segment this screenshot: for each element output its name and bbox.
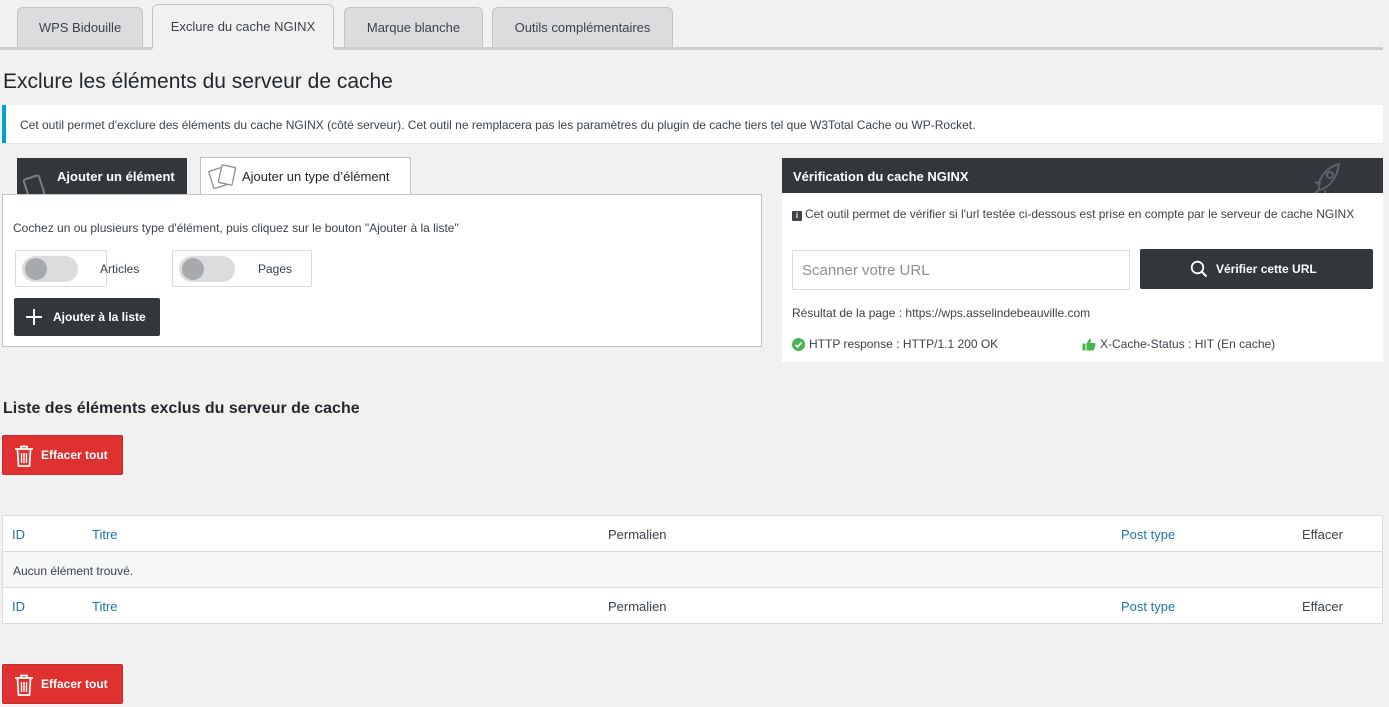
add-element-type-panel: Cochez un ou plusieurs type d'élément, p… xyxy=(2,194,762,347)
cache-status-text: X-Cache-Status : HIT (En cache) xyxy=(1100,337,1276,351)
nginx-cache-check-panel: Vérification du cache NGINX i Cet outil p… xyxy=(782,158,1383,362)
clear-all-button-bottom[interactable]: Effacer tout xyxy=(2,664,123,704)
pages-icon xyxy=(208,164,237,190)
column-title[interactable]: Titre xyxy=(92,599,118,614)
column-id[interactable]: ID xyxy=(12,599,25,614)
tab-outils-complementaires[interactable]: Outils complémentaires xyxy=(492,7,673,47)
url-input[interactable] xyxy=(792,250,1130,290)
panel-title: Vérification du cache NGINX xyxy=(793,169,969,184)
toggle-articles-box: Articles xyxy=(15,250,139,287)
tab-exclure-cache-nginx[interactable]: Exclure du cache NGINX xyxy=(152,4,334,50)
subtab-add-element-label: Ajouter un élément xyxy=(57,168,175,184)
page-title: Exclure les éléments du serveur de cache xyxy=(3,70,393,93)
toggle-articles-label: Articles xyxy=(100,262,140,276)
result-text: Résultat de la page : https://wps.asseli… xyxy=(792,306,1091,320)
check-circle-icon xyxy=(792,337,805,351)
excluded-elements-table: ID Titre Permalien Post type Effacer Auc… xyxy=(2,515,1383,624)
clear-all-label: Effacer tout xyxy=(41,448,108,462)
subtab-add-element-type[interactable]: Ajouter un type d’élément xyxy=(200,157,411,195)
table-header-row: ID Titre Permalien Post type Effacer xyxy=(3,516,1382,552)
column-id[interactable]: ID xyxy=(12,527,25,542)
instruction-text: Cochez un ou plusieurs type d'élément, p… xyxy=(13,221,459,235)
document-icon xyxy=(22,173,46,194)
toggle-knob xyxy=(182,258,204,280)
nav-tabs: WPS Bidouille Exclure du cache NGINX Mar… xyxy=(0,0,1383,50)
rocket-icon xyxy=(1312,162,1341,193)
verify-url-label: Vérifier cette URL xyxy=(1216,262,1317,276)
check-info-text: Cet outil permet de vérifier si l'url te… xyxy=(805,207,1355,221)
add-to-list-label: Ajouter à la liste xyxy=(53,310,146,324)
list-title: Liste des éléments exclus du serveur de … xyxy=(3,400,360,417)
check-info: i Cet outil permet de vérifier si l'url t… xyxy=(792,205,1372,223)
column-title[interactable]: Titre xyxy=(92,527,118,542)
toggle-pages[interactable] xyxy=(179,256,235,282)
column-delete: Effacer xyxy=(1302,527,1343,542)
trash-icon xyxy=(15,674,33,696)
toggle-knob xyxy=(25,258,47,280)
http-response-text: HTTP response : HTTP/1.1 200 OK xyxy=(809,337,999,351)
table-footer-row: ID Titre Permalien Post type Effacer xyxy=(3,588,1382,624)
column-post-type[interactable]: Post type xyxy=(1121,599,1175,614)
empty-message: Aucun élément trouvé. xyxy=(13,564,134,578)
subtab-add-element-type-label: Ajouter un type d’élément xyxy=(242,168,390,184)
clear-all-label: Effacer tout xyxy=(41,677,108,691)
search-icon xyxy=(1190,260,1208,278)
info-notice: Cet outil permet d'exclure des éléments … xyxy=(2,105,1383,143)
tab-wps-bidouille[interactable]: WPS Bidouille xyxy=(17,7,143,47)
clear-all-button-top[interactable]: Effacer tout xyxy=(2,435,123,475)
panel-header: Vérification du cache NGINX xyxy=(782,158,1383,193)
plus-icon xyxy=(26,309,42,325)
thumbs-up-icon xyxy=(1082,338,1096,350)
verify-url-button[interactable]: Vérifier cette URL xyxy=(1140,249,1373,289)
table-row: Aucun élément trouvé. xyxy=(3,552,1382,588)
toggle-pages-box: Pages xyxy=(172,250,312,287)
info-icon: i xyxy=(792,211,802,221)
toggle-pages-label: Pages xyxy=(258,262,293,276)
toggle-articles[interactable] xyxy=(22,256,78,282)
column-delete: Effacer xyxy=(1302,599,1343,614)
tab-marque-blanche[interactable]: Marque blanche xyxy=(344,7,483,47)
trash-icon xyxy=(15,445,33,467)
column-post-type[interactable]: Post type xyxy=(1121,527,1175,542)
http-response-status: HTTP response : HTTP/1.1 200 OK xyxy=(792,337,998,351)
column-permalink: Permalien xyxy=(608,527,667,542)
add-to-list-button[interactable]: Ajouter à la liste xyxy=(14,298,160,336)
column-permalink: Permalien xyxy=(608,599,667,614)
subtab-add-element[interactable]: Ajouter un élément xyxy=(17,158,187,194)
cache-status: X-Cache-Status : HIT (En cache) xyxy=(1082,337,1275,351)
